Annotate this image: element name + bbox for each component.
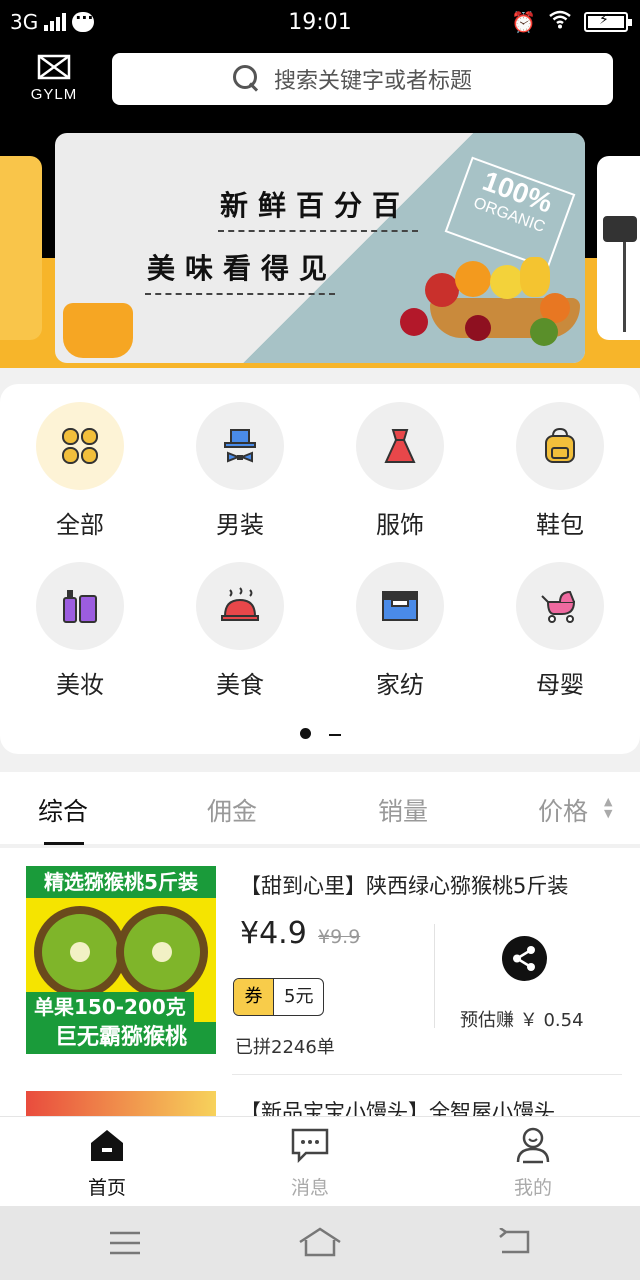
dress-icon bbox=[356, 402, 444, 490]
alarm-icon: ⏰ bbox=[511, 9, 536, 34]
category-apparel[interactable]: 服饰 bbox=[320, 402, 480, 540]
banner-prev-slide[interactable] bbox=[0, 156, 42, 340]
cosmetics-icon bbox=[36, 562, 124, 650]
back-icon[interactable] bbox=[498, 1226, 532, 1260]
tab-comprehensive[interactable]: 综合 bbox=[38, 792, 88, 845]
bedding-icon bbox=[356, 562, 444, 650]
stroller-icon bbox=[516, 562, 604, 650]
search-icon bbox=[232, 64, 262, 94]
tab-price[interactable]: 价格 bbox=[538, 792, 588, 828]
grid-icon bbox=[36, 402, 124, 490]
search-placeholder: 搜索关键字或者标题 bbox=[274, 69, 473, 94]
app-logo[interactable]: GYLM bbox=[30, 54, 78, 103]
category-all[interactable]: 全部 bbox=[0, 402, 160, 540]
header: GYLM 搜索关键字或者标题 bbox=[0, 44, 640, 118]
system-nav-bar bbox=[0, 1206, 640, 1280]
sort-tabs: 综合 佣金 销量 价格 ▲ ▼ bbox=[0, 772, 640, 845]
banner-headline-1: 新 鲜 百 分 百 bbox=[219, 189, 400, 222]
status-bar: 3G 19:01 ⏰ bbox=[0, 0, 640, 44]
page-indicator bbox=[0, 724, 640, 743]
nav-profile[interactable]: 我的 bbox=[473, 1125, 593, 1200]
banner-slide[interactable]: 新 鲜 百 分 百 美 味 看 得 见 100% ORGANIC bbox=[55, 133, 585, 363]
active-tab-underline bbox=[44, 842, 84, 845]
category-shoes-bags[interactable]: 鞋包 bbox=[480, 402, 640, 540]
fruit-basket-image bbox=[400, 253, 580, 348]
logo-mark-icon bbox=[30, 54, 78, 86]
estimated-earnings: 预估赚 ￥ 0.54 bbox=[460, 1010, 584, 1031]
coupon-badge: 券 5元 bbox=[233, 978, 325, 1016]
bottom-nav: 首页 消息 我的 bbox=[0, 1116, 640, 1206]
product-title: 【甜到心里】陕西绿心猕猴桃5斤装 bbox=[240, 874, 569, 898]
nav-messages[interactable]: 消息 bbox=[250, 1125, 370, 1200]
category-home-textiles[interactable]: 家纺 bbox=[320, 562, 480, 700]
category-cosmetics[interactable]: 美妆 bbox=[0, 562, 160, 700]
product-original-price: ¥9.9 bbox=[318, 926, 361, 948]
share-icon[interactable] bbox=[502, 936, 547, 981]
category-food[interactable]: 美食 bbox=[160, 562, 320, 700]
product-image: 精选猕猴桃5斤装 单果150-200克 巨无霸猕猴桃 bbox=[26, 866, 216, 1054]
home-icon bbox=[47, 1125, 167, 1169]
tab-commission[interactable]: 佣金 bbox=[207, 792, 257, 828]
food-dish-icon bbox=[196, 562, 284, 650]
category-grid: 全部 男装 服饰 鞋包 美妆 美食 家纺 母婴 bbox=[0, 384, 640, 754]
banner-headline-2: 美 味 看 得 见 bbox=[146, 252, 327, 285]
profile-icon bbox=[473, 1125, 593, 1169]
product-price: ¥4.9 bbox=[240, 916, 307, 951]
message-icon bbox=[250, 1125, 370, 1169]
sort-arrows-icon[interactable]: ▲ ▼ bbox=[604, 796, 612, 820]
nav-home[interactable]: 首页 bbox=[47, 1125, 167, 1200]
backpack-icon bbox=[516, 402, 604, 490]
tab-sales[interactable]: 销量 bbox=[378, 792, 428, 828]
juice-image bbox=[63, 303, 133, 358]
product-sold-count: 已拼2246单 bbox=[235, 1037, 335, 1058]
category-mother-baby[interactable]: 母婴 bbox=[480, 562, 640, 700]
banner-next-slide[interactable] bbox=[597, 156, 640, 340]
category-menswear[interactable]: 男装 bbox=[160, 402, 320, 540]
logo-text: GYLM bbox=[30, 86, 78, 103]
product-title: 【新品宝宝小馒头】全智屋小馒头 bbox=[240, 1100, 555, 1116]
wifi-icon bbox=[548, 9, 572, 34]
hat-bowtie-icon bbox=[196, 402, 284, 490]
product-image bbox=[26, 1091, 216, 1116]
battery-icon bbox=[584, 11, 632, 32]
menu-icon[interactable] bbox=[108, 1230, 142, 1260]
home-button-icon[interactable] bbox=[298, 1226, 342, 1262]
search-bar[interactable]: 搜索关键字或者标题 bbox=[112, 53, 613, 105]
product-list: 精选猕猴桃5斤装 单果150-200克 巨无霸猕猴桃 【甜到心里】陕西绿心猕猴桃… bbox=[0, 848, 640, 1116]
